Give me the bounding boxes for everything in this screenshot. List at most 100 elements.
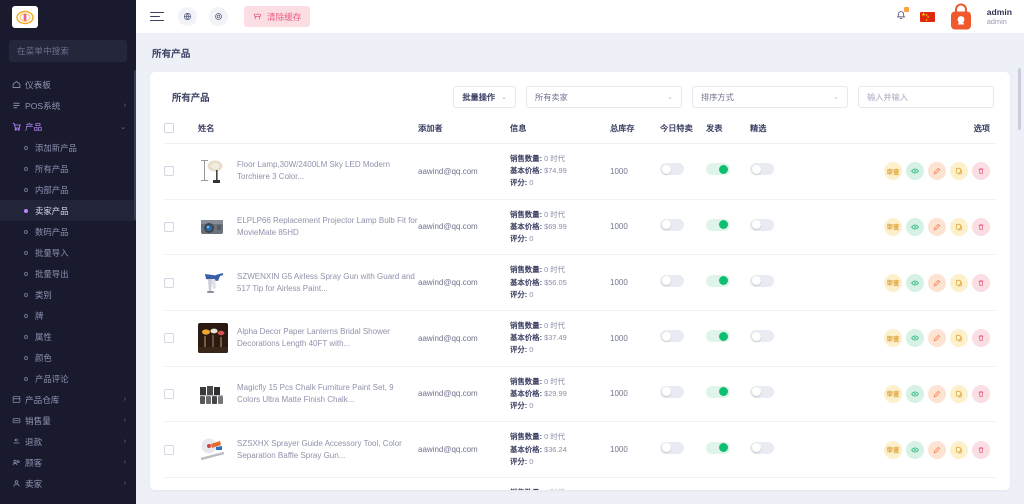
view-button[interactable] <box>906 274 924 292</box>
page-scrollbar[interactable] <box>1018 68 1021 130</box>
edit-button[interactable] <box>928 218 946 236</box>
view-button[interactable] <box>906 441 924 459</box>
chevron-right-icon: › <box>124 459 126 466</box>
sidebar-item-warehouse[interactable]: 产品仓库 › <box>0 389 136 410</box>
edit-button[interactable] <box>928 441 946 459</box>
sidebar-subitem-inhouse-products[interactable]: 内部产品 <box>0 179 136 200</box>
language-flag-icon[interactable]: ★ ★ ★ ★ <box>920 12 935 22</box>
delete-button[interactable] <box>972 162 990 180</box>
row-checkbox[interactable] <box>164 389 174 399</box>
copy-button[interactable] <box>950 162 968 180</box>
logo-emblem-icon <box>16 10 34 25</box>
row-checkbox[interactable] <box>164 445 174 455</box>
review-button[interactable]: 审查 <box>884 162 902 180</box>
edit-button[interactable] <box>928 274 946 292</box>
row-checkbox[interactable] <box>164 166 174 176</box>
delete-button[interactable] <box>972 329 990 347</box>
todays-deal-toggle[interactable] <box>660 386 684 398</box>
sidebar-subitem-digital-products[interactable]: 数码产品 <box>0 221 136 242</box>
delete-button[interactable] <box>972 441 990 459</box>
app-logo[interactable] <box>12 6 38 28</box>
copy-button[interactable] <box>950 385 968 403</box>
sidebar-item-sales[interactable]: 销售量 › <box>0 410 136 431</box>
row-checkbox[interactable] <box>164 278 174 288</box>
select-all-checkbox[interactable] <box>164 123 174 133</box>
featured-toggle[interactable] <box>750 275 774 287</box>
view-button[interactable] <box>906 385 924 403</box>
view-button[interactable] <box>906 218 924 236</box>
sidebar-subitem-bulk-export[interactable]: 批量导出 <box>0 263 136 284</box>
copy-button[interactable] <box>950 274 968 292</box>
edit-button[interactable] <box>928 385 946 403</box>
user-menu[interactable]: admin admin <box>987 7 1012 27</box>
featured-toggle[interactable] <box>750 386 774 398</box>
row-checkbox[interactable] <box>164 333 174 343</box>
sidebar-label-colors: 颜色 <box>35 352 52 364</box>
review-button[interactable]: 审查 <box>884 385 902 403</box>
sidebar-subitem-add-product[interactable]: 添加新产品 <box>0 137 136 158</box>
delete-button[interactable] <box>972 385 990 403</box>
notifications-button[interactable] <box>895 8 907 26</box>
bulk-action-dropdown[interactable]: 批量操作 ⌄ <box>453 86 516 108</box>
published-toggle[interactable] <box>706 163 730 175</box>
row-checkbox[interactable] <box>164 222 174 232</box>
featured-toggle[interactable] <box>750 442 774 454</box>
settings-button[interactable] <box>209 7 228 26</box>
table-row[interactable]: UltraPro Food Grade Mineral Oil, 1 Gallo… <box>164 477 996 490</box>
sidebar-subitem-attributes[interactable]: 属性 <box>0 326 136 347</box>
edit-button[interactable] <box>928 329 946 347</box>
table-row[interactable]: Alpha Decor Paper Lanterns Bridal Shower… <box>164 310 996 366</box>
sidebar-subitem-bulk-import[interactable]: 批量导入 <box>0 242 136 263</box>
edit-button[interactable] <box>928 162 946 180</box>
todays-deal-toggle[interactable] <box>660 219 684 231</box>
sidebar-subitem-categories[interactable]: 类别 <box>0 284 136 305</box>
view-button[interactable] <box>906 162 924 180</box>
sidebar-search-input[interactable]: 在菜单中搜索 <box>9 40 127 62</box>
sidebar-subitem-brands[interactable]: 牌 <box>0 305 136 326</box>
sidebar-item-refunds[interactable]: 退款 › <box>0 431 136 452</box>
sidebar-subitem-seller-products[interactable]: 卖家产品 <box>0 200 136 221</box>
table-row[interactable]: ELPLP66 Replacement Projector Lamp Bulb … <box>164 199 996 255</box>
seller-filter-select[interactable]: 所有卖家 ⌄ <box>526 86 682 108</box>
featured-toggle[interactable] <box>750 330 774 342</box>
sidebar-item-dashboard[interactable]: 仪表板 <box>0 74 136 95</box>
sidebar-item-pos[interactable]: POS系统 › <box>0 95 136 116</box>
todays-deal-toggle[interactable] <box>660 163 684 175</box>
sidebar-subitem-all-products[interactable]: 所有产品 <box>0 158 136 179</box>
sidebar-item-sellers[interactable]: 卖家 › <box>0 473 136 494</box>
published-toggle[interactable] <box>706 386 730 398</box>
copy-button[interactable] <box>950 218 968 236</box>
table-row[interactable]: Floor Lamp,30W/2400LM Sky LED Modern Tor… <box>164 144 996 200</box>
published-toggle[interactable] <box>706 330 730 342</box>
table-row[interactable]: SZSXHX Sprayer Guide Accessory Tool, Col… <box>164 422 996 478</box>
sidebar-subitem-colors[interactable]: 颜色 <box>0 347 136 368</box>
copy-button[interactable] <box>950 441 968 459</box>
delete-button[interactable] <box>972 218 990 236</box>
review-button[interactable]: 审查 <box>884 329 902 347</box>
avatar[interactable] <box>948 3 974 31</box>
sort-filter-select[interactable]: 排序方式 ⌄ <box>692 86 848 108</box>
sidebar-item-products[interactable]: 产品 ⌄ <box>0 116 136 137</box>
published-toggle[interactable] <box>706 219 730 231</box>
review-button[interactable]: 审查 <box>884 274 902 292</box>
review-button[interactable]: 审查 <box>884 441 902 459</box>
review-button[interactable]: 审查 <box>884 218 902 236</box>
published-toggle[interactable] <box>706 442 730 454</box>
featured-toggle[interactable] <box>750 219 774 231</box>
copy-button[interactable] <box>950 329 968 347</box>
published-toggle[interactable] <box>706 275 730 287</box>
globe-button[interactable] <box>178 7 197 26</box>
sidebar-item-customers[interactable]: 顾客 › <box>0 452 136 473</box>
todays-deal-toggle[interactable] <box>660 275 684 287</box>
featured-toggle[interactable] <box>750 163 774 175</box>
search-input[interactable]: 输入并输入 <box>858 86 994 108</box>
todays-deal-toggle[interactable] <box>660 330 684 342</box>
todays-deal-toggle[interactable] <box>660 442 684 454</box>
delete-button[interactable] <box>972 274 990 292</box>
sidebar-subitem-product-reviews[interactable]: 产品评论 <box>0 368 136 389</box>
clear-cache-button[interactable]: 清除缓存 <box>244 6 310 27</box>
view-button[interactable] <box>906 329 924 347</box>
table-row[interactable]: SZWENXIN G5 Airless Spray Gun with Guard… <box>164 255 996 311</box>
table-row[interactable]: Magicfly 15 Pcs Chalk Furniture Paint Se… <box>164 366 996 422</box>
menu-toggle-icon[interactable] <box>150 12 166 21</box>
